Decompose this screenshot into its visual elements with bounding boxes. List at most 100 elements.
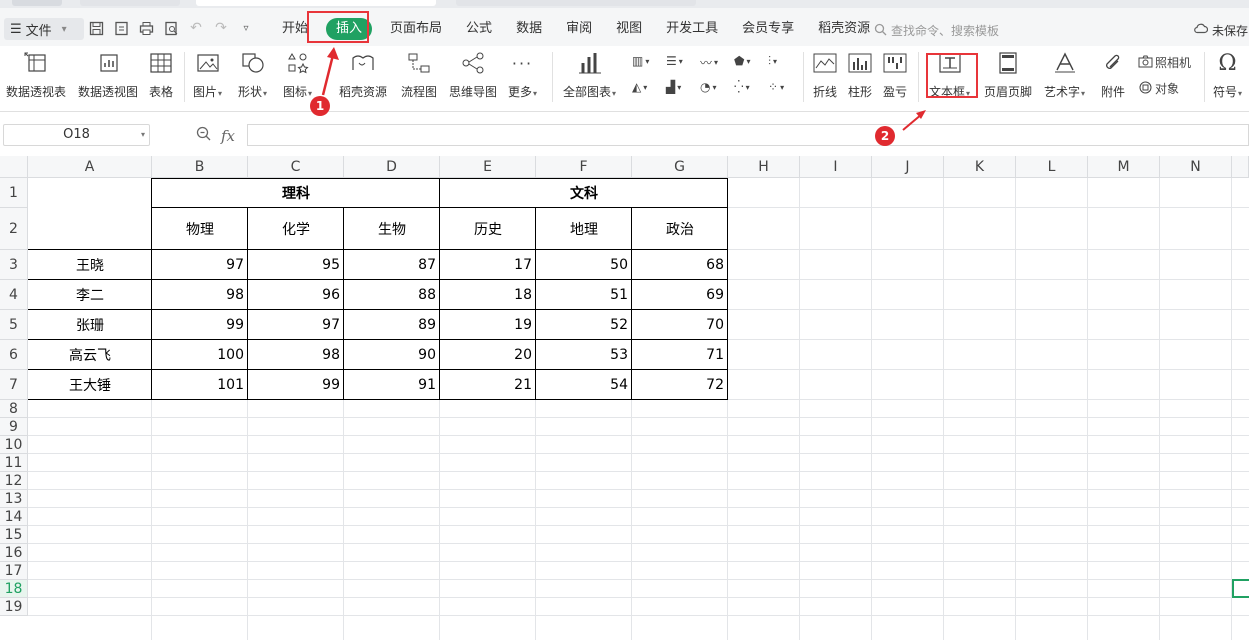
subject-header[interactable]: 历史 [440, 208, 536, 250]
row-header[interactable]: 19 [0, 598, 28, 616]
grid-line [28, 561, 1249, 562]
subject-header[interactable]: 化学 [248, 208, 344, 250]
row-header[interactable]: 9 [0, 418, 28, 436]
subject-header[interactable]: 生物 [344, 208, 440, 250]
row-header[interactable]: 6 [0, 340, 28, 370]
selected-cell[interactable] [1232, 579, 1249, 598]
step-badge-1: 1 [310, 96, 330, 116]
grid-line [28, 471, 1249, 472]
column-header[interactable]: G [632, 156, 728, 178]
grid-line [943, 178, 944, 640]
row-header[interactable]: 5 [0, 310, 28, 340]
column-header[interactable]: L [1016, 156, 1088, 178]
column-header[interactable]: H [728, 156, 800, 178]
score-cell[interactable]: 52 [536, 310, 631, 340]
grid-line [28, 525, 1249, 526]
column-header[interactable]: N [1160, 156, 1232, 178]
column-header[interactable]: D [344, 156, 440, 178]
score-cell[interactable]: 20 [440, 340, 535, 370]
select-all-corner[interactable] [0, 156, 28, 178]
score-cell[interactable]: 50 [536, 250, 631, 280]
row-header[interactable]: 7 [0, 370, 28, 400]
grid-line [1159, 178, 1160, 640]
grid-line [28, 435, 1249, 436]
score-cell[interactable]: 98 [248, 340, 343, 370]
score-cell[interactable]: 51 [536, 280, 631, 310]
row-header[interactable]: 3 [0, 250, 28, 280]
score-cell[interactable]: 97 [152, 250, 247, 280]
grid-line [28, 543, 1249, 544]
score-cell[interactable]: 88 [344, 280, 439, 310]
column-header[interactable]: C [248, 156, 344, 178]
score-cell[interactable]: 54 [536, 370, 631, 400]
grid-line [1231, 178, 1232, 640]
grid-line [799, 178, 800, 640]
score-cell[interactable]: 97 [248, 310, 343, 340]
row-header[interactable]: 10 [0, 436, 28, 454]
score-cell[interactable]: 91 [344, 370, 439, 400]
subject-header[interactable]: 地理 [536, 208, 632, 250]
score-cell[interactable]: 89 [344, 310, 439, 340]
student-name-cell[interactable]: 张珊 [28, 310, 152, 340]
score-cell[interactable]: 17 [440, 250, 535, 280]
score-cell[interactable]: 90 [344, 340, 439, 370]
column-header[interactable]: E [440, 156, 536, 178]
score-cell[interactable]: 87 [344, 250, 439, 280]
column-header[interactable]: M [1088, 156, 1160, 178]
score-cell[interactable]: 69 [632, 280, 727, 310]
column-header[interactable]: I [800, 156, 872, 178]
student-name-cell[interactable]: 王晓 [28, 250, 152, 280]
row-header[interactable]: 11 [0, 454, 28, 472]
grid-line [1087, 178, 1088, 640]
subject-header[interactable]: 政治 [632, 208, 728, 250]
row-header[interactable]: 4 [0, 280, 28, 310]
score-cell[interactable]: 95 [248, 250, 343, 280]
score-cell[interactable]: 101 [152, 370, 247, 400]
row-header[interactable]: 1 [0, 178, 28, 208]
score-cell[interactable]: 53 [536, 340, 631, 370]
row-header[interactable]: 15 [0, 526, 28, 544]
column-header[interactable]: B [152, 156, 248, 178]
score-cell[interactable]: 70 [632, 310, 727, 340]
score-cell[interactable]: 18 [440, 280, 535, 310]
row-header[interactable]: 18 [0, 580, 28, 598]
group-header-science[interactable]: 理科 [152, 178, 440, 208]
score-cell[interactable]: 99 [152, 310, 247, 340]
grid-line [28, 579, 1249, 580]
row-header[interactable]: 14 [0, 508, 28, 526]
row-header[interactable]: 12 [0, 472, 28, 490]
score-cell[interactable]: 98 [152, 280, 247, 310]
column-header[interactable] [1232, 156, 1249, 178]
grid-line [28, 507, 1249, 508]
student-name-cell[interactable]: 高云飞 [28, 340, 152, 370]
spreadsheet-grid[interactable]: A B C D E F G H I J K L M N 1 2 3 4 5 6 7 8 9 10 11 12 13 14 15 16 17 1… [0, 156, 1249, 640]
row-header[interactable]: 16 [0, 544, 28, 562]
score-cell[interactable]: 72 [632, 370, 727, 400]
score-cell[interactable]: 99 [248, 370, 343, 400]
grid-line [28, 489, 1249, 490]
grid-line [28, 615, 1249, 616]
score-cell[interactable]: 71 [632, 340, 727, 370]
row-header[interactable]: 8 [0, 400, 28, 418]
grid-line [1015, 178, 1016, 640]
subject-header[interactable]: 物理 [152, 208, 248, 250]
column-header[interactable]: K [944, 156, 1016, 178]
student-name-cell[interactable]: 王大锤 [28, 370, 152, 400]
column-header[interactable]: F [536, 156, 632, 178]
grid-line [28, 417, 1249, 418]
row-header[interactable]: 17 [0, 562, 28, 580]
score-cell[interactable]: 68 [632, 250, 727, 280]
group-header-liberal-arts[interactable]: 文科 [440, 178, 728, 208]
student-name-cell[interactable]: 李二 [28, 280, 152, 310]
row-header[interactable]: 2 [0, 208, 28, 250]
column-header[interactable]: A [28, 156, 152, 178]
grid-line [28, 597, 1249, 598]
score-cell[interactable]: 19 [440, 310, 535, 340]
column-header[interactable]: J [872, 156, 944, 178]
merged-cell-bg [28, 178, 151, 249]
row-header[interactable]: 13 [0, 490, 28, 508]
score-cell[interactable]: 100 [152, 340, 247, 370]
arrow-1-head [327, 47, 339, 60]
score-cell[interactable]: 96 [248, 280, 343, 310]
score-cell[interactable]: 21 [440, 370, 535, 400]
